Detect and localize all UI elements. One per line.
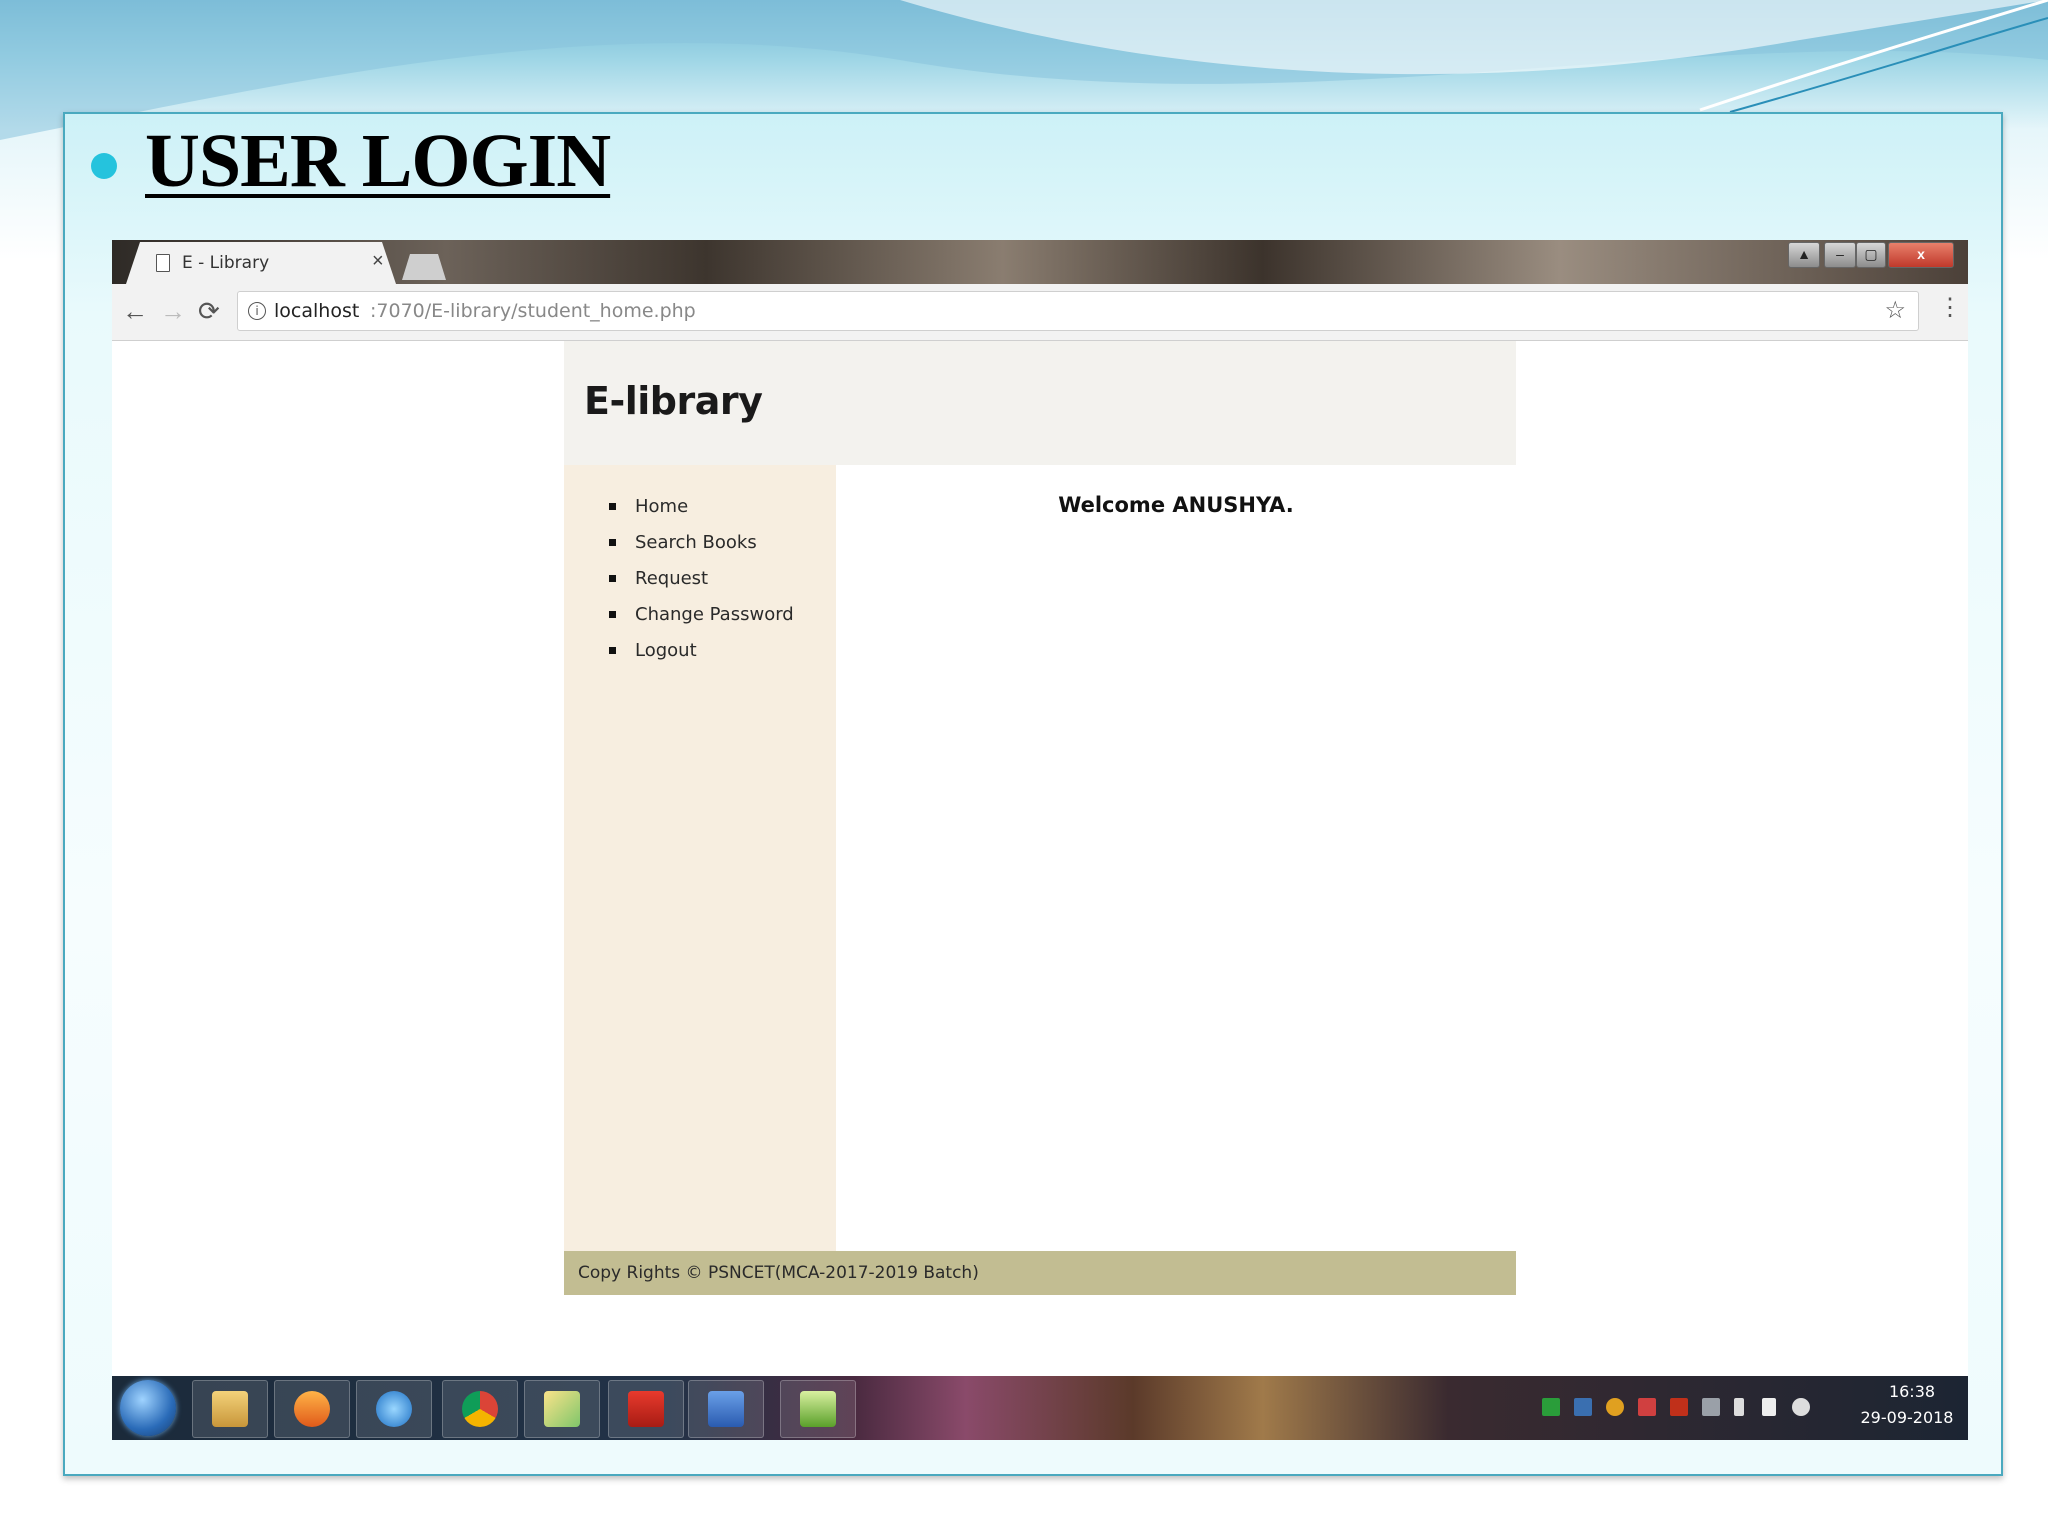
taskbar-chrome[interactable] (442, 1380, 518, 1438)
flag-icon[interactable] (1762, 1398, 1776, 1416)
close-window-button[interactable]: x (1888, 242, 1954, 268)
tray-app-icon[interactable] (1542, 1398, 1560, 1416)
slide-title: USER LOGIN (145, 119, 611, 203)
tab-strip: E - Library × ▲ – ▢ x (112, 240, 1968, 284)
clock-date[interactable]: 29-09-2018 (1852, 1408, 1962, 1427)
battery-icon[interactable] (1734, 1398, 1744, 1416)
windows-taskbar: 16:38 29-09-2018 (112, 1376, 1968, 1440)
tab-title: E - Library (182, 253, 270, 273)
browser-toolbar: ← → ⟳ i localhost :7070/E-library/studen… (112, 284, 1968, 341)
taskbar-word[interactable] (688, 1380, 764, 1438)
files-icon (544, 1391, 580, 1427)
page-icon (156, 254, 170, 272)
new-tab-button[interactable] (402, 254, 446, 280)
address-bar[interactable]: i localhost :7070/E-library/student_home… (237, 291, 1919, 331)
restore-button[interactable]: ▢ (1856, 242, 1886, 268)
browser-tab[interactable]: E - Library × (126, 242, 396, 284)
tray-security-icon[interactable] (1638, 1398, 1656, 1416)
bullet-square-icon (609, 503, 616, 510)
pdf-icon (628, 1391, 664, 1427)
bullet-square-icon (609, 575, 616, 582)
media-player-icon (294, 1391, 330, 1427)
clock-time[interactable]: 16:38 (1872, 1382, 1952, 1401)
taskbar-explorer[interactable] (192, 1380, 268, 1438)
info-icon[interactable]: i (248, 302, 266, 320)
page-viewport: E-library Home Search Books Request Chan… (112, 341, 1968, 1376)
reload-icon[interactable]: ⟳ (198, 296, 220, 327)
user-profile-button[interactable]: ▲ (1788, 242, 1820, 268)
forward-arrow-icon[interactable]: → (160, 296, 186, 327)
taskbar-internet-explorer[interactable] (356, 1380, 432, 1438)
chart-app-icon (800, 1391, 836, 1427)
chrome-icon (462, 1391, 498, 1427)
url-host: localhost (274, 300, 360, 322)
site-title: E-library (584, 379, 763, 423)
bullet-icon (91, 153, 117, 179)
back-arrow-icon[interactable]: ← (122, 296, 148, 327)
sidebar: Home Search Books Request Change Passwor… (564, 465, 836, 1251)
volume-icon[interactable] (1792, 1398, 1810, 1416)
tab-close-icon[interactable]: × (372, 250, 384, 273)
internet-explorer-icon (376, 1391, 412, 1427)
site-header: E-library (564, 341, 1516, 465)
bullet-square-icon (609, 647, 616, 654)
main-content: Welcome ANUSHYA. (836, 465, 1516, 1251)
taskbar-chart-app[interactable] (780, 1380, 856, 1438)
bullet-square-icon (609, 611, 616, 618)
tray-keyboard-icon[interactable] (1702, 1398, 1720, 1416)
welcome-message: Welcome ANUSHYA. (1058, 493, 1294, 517)
word-icon (708, 1391, 744, 1427)
site-container: E-library Home Search Books Request Chan… (564, 341, 1516, 1295)
minimize-button[interactable]: – (1824, 242, 1856, 268)
browser-window: E - Library × ▲ – ▢ x ← → ⟳ i localhost … (112, 240, 1968, 1440)
start-button[interactable] (120, 1380, 176, 1436)
browser-menu-icon[interactable]: ⋮ (1938, 296, 1962, 320)
url-path: :7070/E-library/student_home.php (370, 300, 696, 322)
taskbar-file-manager[interactable] (524, 1380, 600, 1438)
taskbar-acrobat[interactable] (608, 1380, 684, 1438)
folder-icon (212, 1391, 248, 1427)
bookmark-star-icon[interactable]: ☆ (1884, 296, 1906, 325)
taskbar-media-player[interactable] (274, 1380, 350, 1438)
tray-sun-icon[interactable] (1606, 1398, 1624, 1416)
site-footer: Copy Rights © PSNCET(MCA-2017-2019 Batch… (564, 1251, 1516, 1295)
footer-copyright: Copy Rights © PSNCET(MCA-2017-2019 Batch… (578, 1263, 979, 1283)
bullet-square-icon (609, 539, 616, 546)
tray-wps-icon[interactable] (1670, 1398, 1688, 1416)
tray-network-icon[interactable] (1574, 1398, 1592, 1416)
